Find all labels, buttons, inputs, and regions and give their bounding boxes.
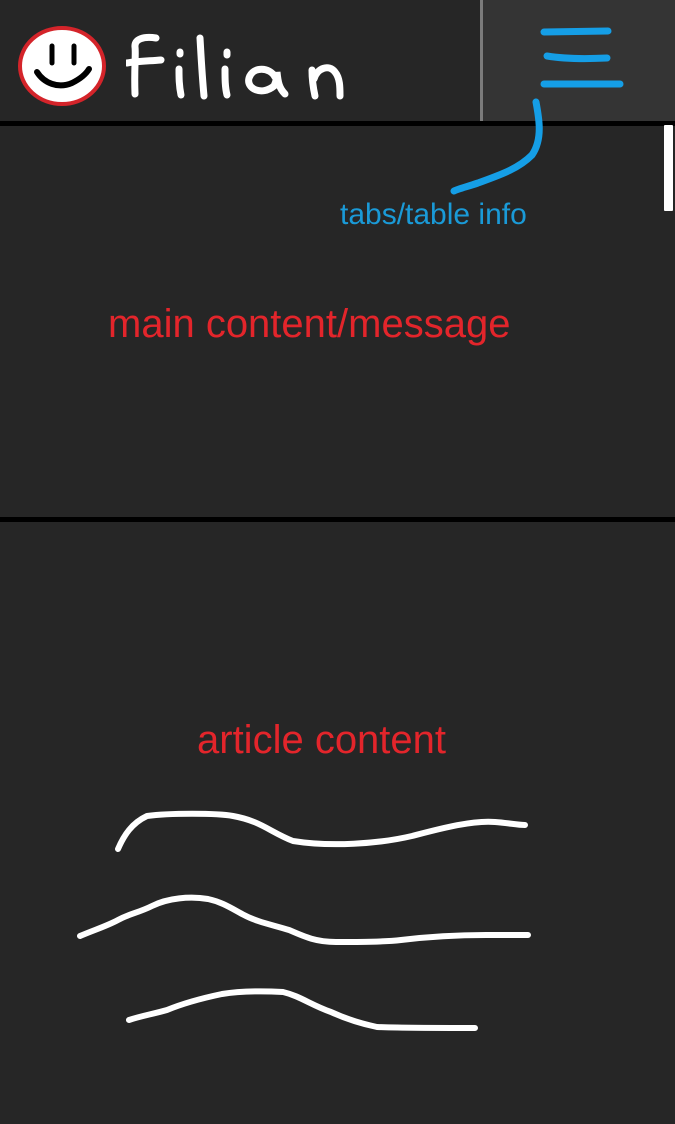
header-bottom-border [0,121,675,126]
scrollbar[interactable] [664,125,673,211]
main-content-label: main content/message [108,302,511,346]
article-sketch-line-1 [115,810,528,852]
annotation-pointer-line [450,98,543,195]
article-sketch-line-2 [77,894,531,946]
page: tabs/table info main content/message art… [0,0,675,1124]
tabs-table-info-annotation: tabs/table info [340,198,527,231]
smiley-face-icon[interactable] [16,25,108,107]
site-header [0,0,675,124]
section-divider [0,517,675,522]
hamburger-menu-icon[interactable] [532,20,632,102]
brand-wordmark [126,33,344,100]
article-sketch-line-3 [126,988,478,1031]
article-content-label: article content [197,718,447,762]
